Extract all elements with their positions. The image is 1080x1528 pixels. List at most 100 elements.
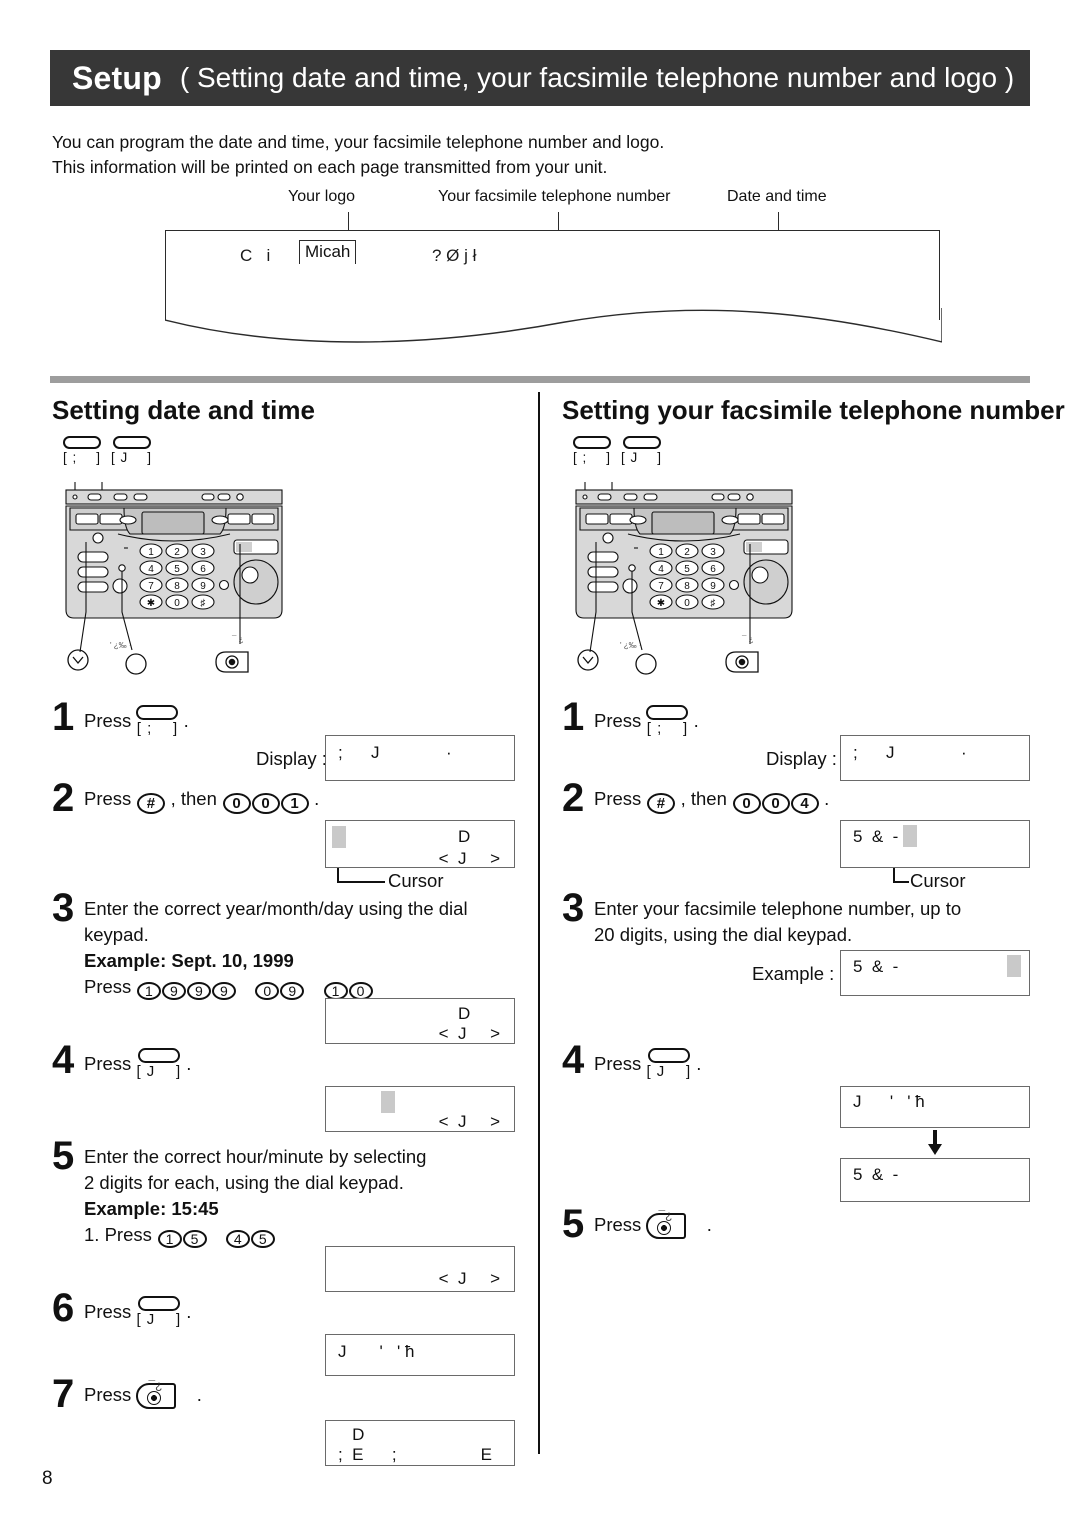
svg-text:3: 3 <box>200 547 206 558</box>
key-cap-icon <box>63 436 101 449</box>
lcd-line-1: 5 & - <box>853 957 899 976</box>
step-line-2: 2 digits for each, using the dial keypad… <box>84 1172 404 1193</box>
step-text-end: . <box>314 788 320 809</box>
hash-key-icon: # <box>136 793 165 814</box>
step-number: 2 <box>562 776 585 820</box>
right-keys-above-machine: [ ; ] [ J ] <box>573 436 662 465</box>
step-line-1: Enter the correct year/month/day using t… <box>84 898 468 919</box>
step-text-mid: , then <box>170 788 217 809</box>
svg-text:6: 6 <box>200 564 206 575</box>
key-cap-icon <box>646 705 689 720</box>
callout-your-logo: Your logo <box>288 188 356 205</box>
svg-text:♯: ♯ <box>201 598 206 609</box>
digit-key-icon: 5 <box>250 1230 275 1248</box>
key-cap-icon <box>136 705 179 720</box>
key-label: [ ; ] <box>63 450 102 465</box>
sample-text-left: C i <box>240 246 271 265</box>
menu-key-token: [ ; ] <box>136 705 179 736</box>
step-line-1: Enter your facsimile telephone number, u… <box>594 898 962 919</box>
step-text-end: . <box>696 1053 702 1074</box>
left-step-7: 7 Press ¯¿ . <box>52 1374 522 1414</box>
lcd-cursor <box>381 1091 395 1113</box>
svg-text:' ¿‰ ·: ' ¿‰ · <box>110 641 132 650</box>
digit-key-icon: 1 <box>280 793 309 814</box>
right-step-4: 4 Press [ J ] . <box>562 1040 1032 1080</box>
step-text-mid: , then <box>680 788 727 809</box>
step-text: Press <box>84 788 132 809</box>
step-text-end: . <box>196 1384 202 1405</box>
example-label-right: Example : <box>752 963 835 984</box>
step-number: 4 <box>562 1038 585 1082</box>
key-cap-icon <box>573 436 611 449</box>
step-number: 1 <box>52 695 75 739</box>
step-text-end: . <box>186 1053 192 1074</box>
example-title: Example: 15:45 <box>84 1198 219 1219</box>
step-number: 3 <box>52 886 75 930</box>
step-text: Press <box>84 1053 132 1074</box>
cursor-leader-h <box>893 881 909 883</box>
lcd-line-1: ; J <box>338 743 380 762</box>
page-title: Setup <box>72 59 162 96</box>
lcd-right-step-2: 5 & - <box>840 820 1030 868</box>
svg-text:7: 7 <box>658 581 664 592</box>
digit-key-icon: 4 <box>790 793 819 814</box>
svg-text:8: 8 <box>174 581 180 592</box>
lcd-line-1: 5 & - <box>853 1165 899 1184</box>
press-label: 1. Press <box>84 1224 152 1245</box>
lcd-line-1: D <box>458 1004 471 1023</box>
cursor-label-left: Cursor <box>388 870 444 891</box>
svg-text:5: 5 <box>684 564 690 575</box>
digit-key-icon: 0 <box>255 982 280 1000</box>
digit-key-icon: 0 <box>732 793 761 814</box>
left-section-title: Setting date and time <box>52 395 315 425</box>
menu-key-token: [ ; ] <box>573 436 611 465</box>
start-stop-key-icon: ¯¿ <box>136 1378 177 1409</box>
digit-key-icon: 9 <box>161 982 186 1000</box>
step-line-2: 20 digits, using the dial keypad. <box>594 924 853 945</box>
callout-date-time: Date and time <box>727 188 827 205</box>
press-row: Press 1999 09 10 <box>84 974 522 1000</box>
step-number: 1 <box>562 695 585 739</box>
lcd-left-step-5: < J > <box>325 1246 515 1292</box>
lcd-right-step-3: 5 & - <box>840 950 1030 996</box>
cursor-leader-v <box>893 868 895 882</box>
lcd-right-step-4-top: J ' ' ħ <box>840 1086 1030 1128</box>
key-label: [ J ] <box>621 450 663 465</box>
column-divider <box>538 392 540 1454</box>
svg-text:4: 4 <box>148 564 154 575</box>
lcd-tick: · <box>961 743 967 762</box>
lcd-line-1: J ' ' ħ <box>853 1092 925 1111</box>
left-step-5: 5 Enter the correct hour/minute by selec… <box>52 1136 522 1248</box>
step-text: Press <box>84 710 132 731</box>
svg-text:2: 2 <box>174 547 180 558</box>
svg-text:' ¿‰ ·: ' ¿‰ · <box>620 641 642 650</box>
svg-text:✱: ✱ <box>657 598 665 609</box>
svg-text:✱: ✱ <box>147 598 155 609</box>
menu-key-token: [ ; ] <box>646 705 689 736</box>
flow-arrow-down-icon <box>928 1130 942 1155</box>
lcd-line-2: < J > <box>438 1024 500 1043</box>
right-step-3: 3 Enter your facsimile telephone number,… <box>562 888 1032 948</box>
sample-logo-text: Micah <box>299 240 357 264</box>
key-cap-icon <box>622 436 661 449</box>
lcd-line-2-right: E <box>480 1445 492 1464</box>
step-text-end: . <box>824 788 830 809</box>
svg-text:9: 9 <box>200 581 206 592</box>
right-step-5: 5 Press ¯¿ . <box>562 1204 1032 1244</box>
svg-text:¯ ¿: ¯ ¿ <box>231 635 244 644</box>
svg-text:6: 6 <box>710 564 716 575</box>
key-label: [ ; ] <box>573 450 612 465</box>
step-number: 3 <box>562 886 585 930</box>
step-number: 5 <box>562 1202 585 1246</box>
digit-key-icon: 1 <box>136 982 161 1000</box>
lcd-line-1: D <box>338 1425 365 1444</box>
hash-key-icon: # <box>646 793 675 814</box>
digit-key-icon: 5 <box>182 1230 207 1248</box>
lcd-right-step-4-bottom: 5 & - <box>840 1158 1030 1202</box>
lcd-line-2: ; E ; <box>338 1445 397 1464</box>
svg-text:5: 5 <box>174 564 180 575</box>
digit-key-icon: 9 <box>211 982 236 1000</box>
digit-key-icon: 9 <box>186 982 211 1000</box>
intro-line-2: This information will be printed on each… <box>52 157 608 177</box>
intro-line-1: You can program the date and time, your … <box>52 132 665 152</box>
